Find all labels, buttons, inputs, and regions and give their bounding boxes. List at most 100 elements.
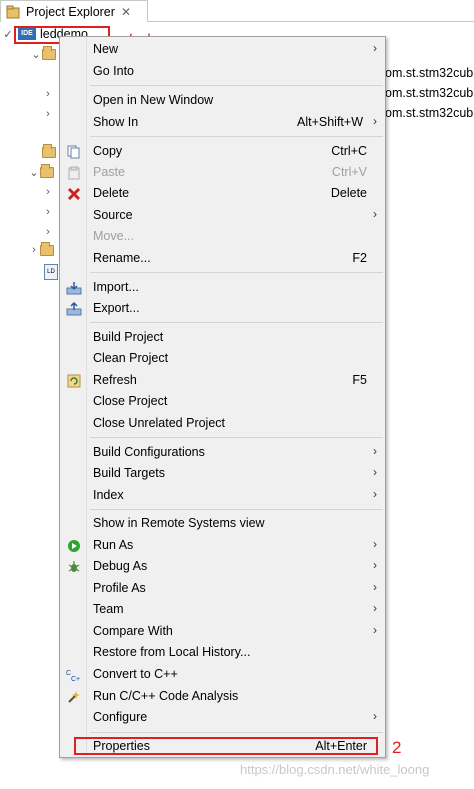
menu-separator — [90, 136, 383, 137]
tree-item[interactable]: › — [42, 182, 54, 202]
menu-item-copy[interactable]: Copy Ctrl+C — [60, 141, 385, 162]
menu-item-label: Restore from Local History... — [93, 645, 251, 659]
menu-item-shortcut: F2 — [352, 251, 367, 265]
menu-item-run-as[interactable]: Run As › — [60, 535, 385, 556]
folder-icon — [40, 163, 54, 178]
menu-item-label: Import... — [93, 280, 139, 294]
tree-item[interactable]: › — [42, 104, 54, 124]
menu-item-label: Profile As — [93, 581, 146, 595]
project-explorer-icon — [6, 5, 20, 19]
tree-item[interactable]: ⌄ — [30, 44, 56, 64]
menu-item-label: Refresh — [93, 373, 137, 387]
menu-item-clean-project[interactable]: Clean Project — [60, 348, 385, 369]
tree-item[interactable] — [42, 142, 56, 162]
chevron-right-icon: › — [373, 41, 377, 55]
menu-item-shortcut: Ctrl+V — [331, 165, 367, 179]
chevron-right-icon[interactable]: › — [42, 108, 54, 120]
menu-item-compare-with[interactable]: Compare With › — [60, 621, 385, 642]
project-explorer-tab[interactable]: Project Explorer ✕ — [0, 0, 148, 22]
run-icon — [66, 538, 82, 554]
menu-item-refresh[interactable]: Refresh F5 — [60, 370, 385, 391]
highlight-box-properties — [74, 737, 378, 755]
menu-item-delete[interactable]: Delete Delete — [60, 183, 385, 204]
close-icon[interactable]: ✕ — [121, 5, 131, 19]
tree-item[interactable]: ⌄ — [28, 162, 54, 182]
menu-item-label: Run As — [93, 538, 134, 552]
menu-item-label: Delete — [93, 186, 130, 200]
menu-item-export[interactable]: Export... — [60, 298, 385, 319]
chevron-down-icon[interactable]: ⌄ — [28, 166, 40, 179]
chevron-right-icon[interactable]: › — [42, 226, 54, 238]
menu-item-label: Index — [93, 488, 124, 502]
menu-item-label: Clean Project — [93, 351, 169, 365]
chevron-right-icon: › — [373, 580, 377, 594]
menu-item-source[interactable]: Source › — [60, 205, 385, 226]
menu-item-debug-as[interactable]: Debug As › — [60, 556, 385, 577]
menu-item-shortcut: Alt+Shift+W — [297, 115, 363, 129]
menu-item-label: Source — [93, 208, 133, 222]
menu-item-shortcut: Ctrl+C — [331, 144, 367, 158]
code-analysis-icon — [66, 689, 82, 705]
chevron-right-icon[interactable]: › — [42, 88, 54, 100]
menu-item-shortcut: F5 — [352, 373, 367, 387]
menu-item-label: Build Targets — [93, 466, 166, 480]
menu-item-move[interactable]: Move... — [60, 226, 385, 247]
menu-item-build-targets[interactable]: Build Targets › — [60, 463, 385, 484]
menu-item-restore-from-local-history[interactable]: Restore from Local History... — [60, 642, 385, 663]
menu-separator — [90, 437, 383, 438]
menu-item-go-into[interactable]: Go Into — [60, 61, 385, 82]
menu-item-build-configurations[interactable]: Build Configurations › — [60, 442, 385, 463]
menu-item-show-in-remote-systems-view[interactable]: Show in Remote Systems view — [60, 513, 385, 534]
context-menu: New › Go Into Open in New Window Show In Alt+… — [59, 36, 386, 758]
menu-item-label: Export... — [93, 301, 140, 315]
chevron-right-icon: › — [373, 537, 377, 551]
menu-item-new[interactable]: New › — [60, 39, 385, 60]
chevron-down-icon[interactable]: ⌄ — [30, 48, 42, 61]
tree-item[interactable]: › — [28, 240, 54, 260]
menu-item-show-in[interactable]: Show In Alt+Shift+W › — [60, 112, 385, 133]
menu-item-build-project[interactable]: Build Project — [60, 327, 385, 348]
view-title: Project Explorer — [26, 4, 115, 19]
chevron-right-icon[interactable]: › — [42, 206, 54, 218]
menu-item-index[interactable]: Index › — [60, 485, 385, 506]
menu-item-label: Configure — [93, 710, 148, 724]
menu-item-run-c-c-code-analysis[interactable]: Run C/C++ Code Analysis — [60, 686, 385, 707]
copy-icon — [66, 144, 82, 160]
chevron-right-icon: › — [373, 487, 377, 501]
tree-side-text: om.st.stm32cub — [385, 86, 474, 100]
menu-separator — [90, 322, 383, 323]
menu-item-close-unrelated-project[interactable]: Close Unrelated Project — [60, 413, 385, 434]
menu-item-label: Compare With — [93, 624, 173, 638]
chevron-down-icon[interactable]: ✓ — [2, 28, 14, 41]
menu-item-close-project[interactable]: Close Project — [60, 391, 385, 412]
chevron-right-icon: › — [373, 601, 377, 615]
menu-item-label: Paste — [93, 165, 125, 179]
menu-item-label: Rename... — [93, 251, 151, 265]
menu-item-label: Build Configurations — [93, 445, 205, 459]
menu-item-label: Convert to C++ — [93, 667, 178, 681]
tree-item[interactable]: LD — [44, 262, 58, 282]
chevron-right-icon: › — [373, 558, 377, 572]
menu-item-import[interactable]: Import... — [60, 277, 385, 298]
tree-item[interactable]: › — [42, 84, 54, 104]
menu-item-label: Build Project — [93, 330, 164, 344]
file-icon: LD — [44, 264, 58, 280]
menu-item-label: New — [93, 42, 119, 56]
chevron-right-icon: › — [373, 623, 377, 637]
chevron-right-icon[interactable]: › — [28, 244, 40, 256]
menu-item-label: Debug As — [93, 559, 148, 573]
menu-item-label: Show in Remote Systems view — [93, 516, 265, 530]
tree-item[interactable]: › — [42, 202, 54, 222]
menu-item-convert-to-c[interactable]: C C+ Convert to C++ — [60, 664, 385, 685]
chevron-right-icon: › — [373, 465, 377, 479]
menu-item-paste[interactable]: Paste Ctrl+V — [60, 162, 385, 183]
menu-item-team[interactable]: Team › — [60, 599, 385, 620]
menu-item-rename[interactable]: Rename... F2 — [60, 248, 385, 269]
menu-separator — [90, 509, 383, 510]
menu-item-profile-as[interactable]: Profile As › — [60, 578, 385, 599]
menu-item-label: Close Unrelated Project — [93, 416, 226, 430]
menu-item-configure[interactable]: Configure › — [60, 707, 385, 728]
menu-item-open-in-new-window[interactable]: Open in New Window — [60, 90, 385, 111]
chevron-right-icon[interactable]: › — [42, 186, 54, 198]
tree-item[interactable]: › — [42, 222, 54, 242]
